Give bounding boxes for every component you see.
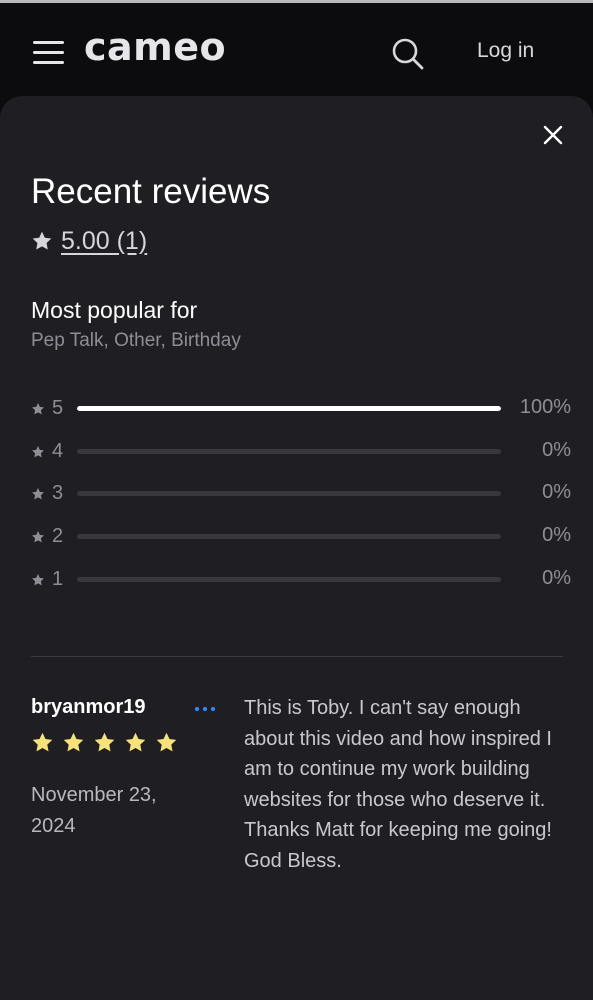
close-icon[interactable]: [540, 122, 566, 148]
divider: [31, 656, 563, 657]
rating-bar: [77, 448, 501, 454]
rating-row-percent: 0%: [542, 566, 571, 589]
rating-row-2: 2 0%: [31, 524, 571, 550]
rating-row-percent: 0%: [542, 481, 571, 504]
most-popular-value: Pep Talk, Other, Birthday: [31, 330, 241, 351]
rating-row-percent: 100%: [519, 396, 571, 418]
rating-row-stars: 4: [52, 439, 64, 462]
rating-row-3: 3 0%: [31, 481, 571, 507]
rating-row-stars: 1: [52, 567, 64, 590]
star-icon: [32, 573, 44, 586]
overall-rating-value: 5.00 (1): [61, 226, 148, 255]
login-link[interactable]: Log in: [477, 39, 534, 63]
rating-row-stars: 3: [52, 482, 64, 505]
reviews-sheet: Recent reviews 5.00 (1) Most popular for…: [0, 96, 593, 1000]
rating-row-1: 1 0%: [31, 567, 571, 593]
star-icon: [32, 403, 44, 415]
star-icon: [32, 231, 52, 250]
rating-bar-fill: [77, 406, 501, 411]
rating-bar: [77, 406, 501, 411]
review-date: November 23, 2024: [31, 784, 157, 837]
overall-rating-link[interactable]: 5.00 (1): [31, 226, 147, 256]
most-popular-label: Most popular for: [31, 297, 198, 323]
rating-bar: [77, 534, 501, 540]
star-icon: [32, 732, 53, 752]
star-icon: [32, 445, 44, 458]
rating-bar: [77, 491, 501, 497]
top-header: cameo Log in: [0, 3, 593, 96]
rating-row-percent: 0%: [542, 524, 571, 547]
hamburger-menu-icon[interactable]: [33, 41, 64, 65]
rating-row-percent: 0%: [542, 438, 571, 461]
star-icon: [94, 732, 115, 752]
rating-row-stars: 2: [52, 525, 64, 548]
star-icon: [156, 732, 177, 752]
rating-row-4: 4 0%: [31, 439, 571, 465]
cameo-logo[interactable]: cameo: [84, 25, 226, 69]
star-icon: [32, 488, 44, 500]
star-icon: [63, 732, 84, 752]
search-icon[interactable]: [390, 36, 426, 72]
reviewer-name[interactable]: bryanmor19: [31, 696, 146, 719]
rating-row-stars: 5: [52, 397, 64, 419]
review-text: This is Toby. I can't say enough about t…: [244, 697, 552, 872]
star-icon: [125, 732, 146, 752]
reviews-title: Recent reviews: [31, 172, 271, 211]
star-icon: [32, 531, 44, 543]
more-options-icon[interactable]: [193, 702, 217, 714]
review-star-rating: [31, 731, 178, 754]
rating-bar: [77, 576, 501, 582]
rating-row-5: 5 100%: [31, 396, 571, 422]
